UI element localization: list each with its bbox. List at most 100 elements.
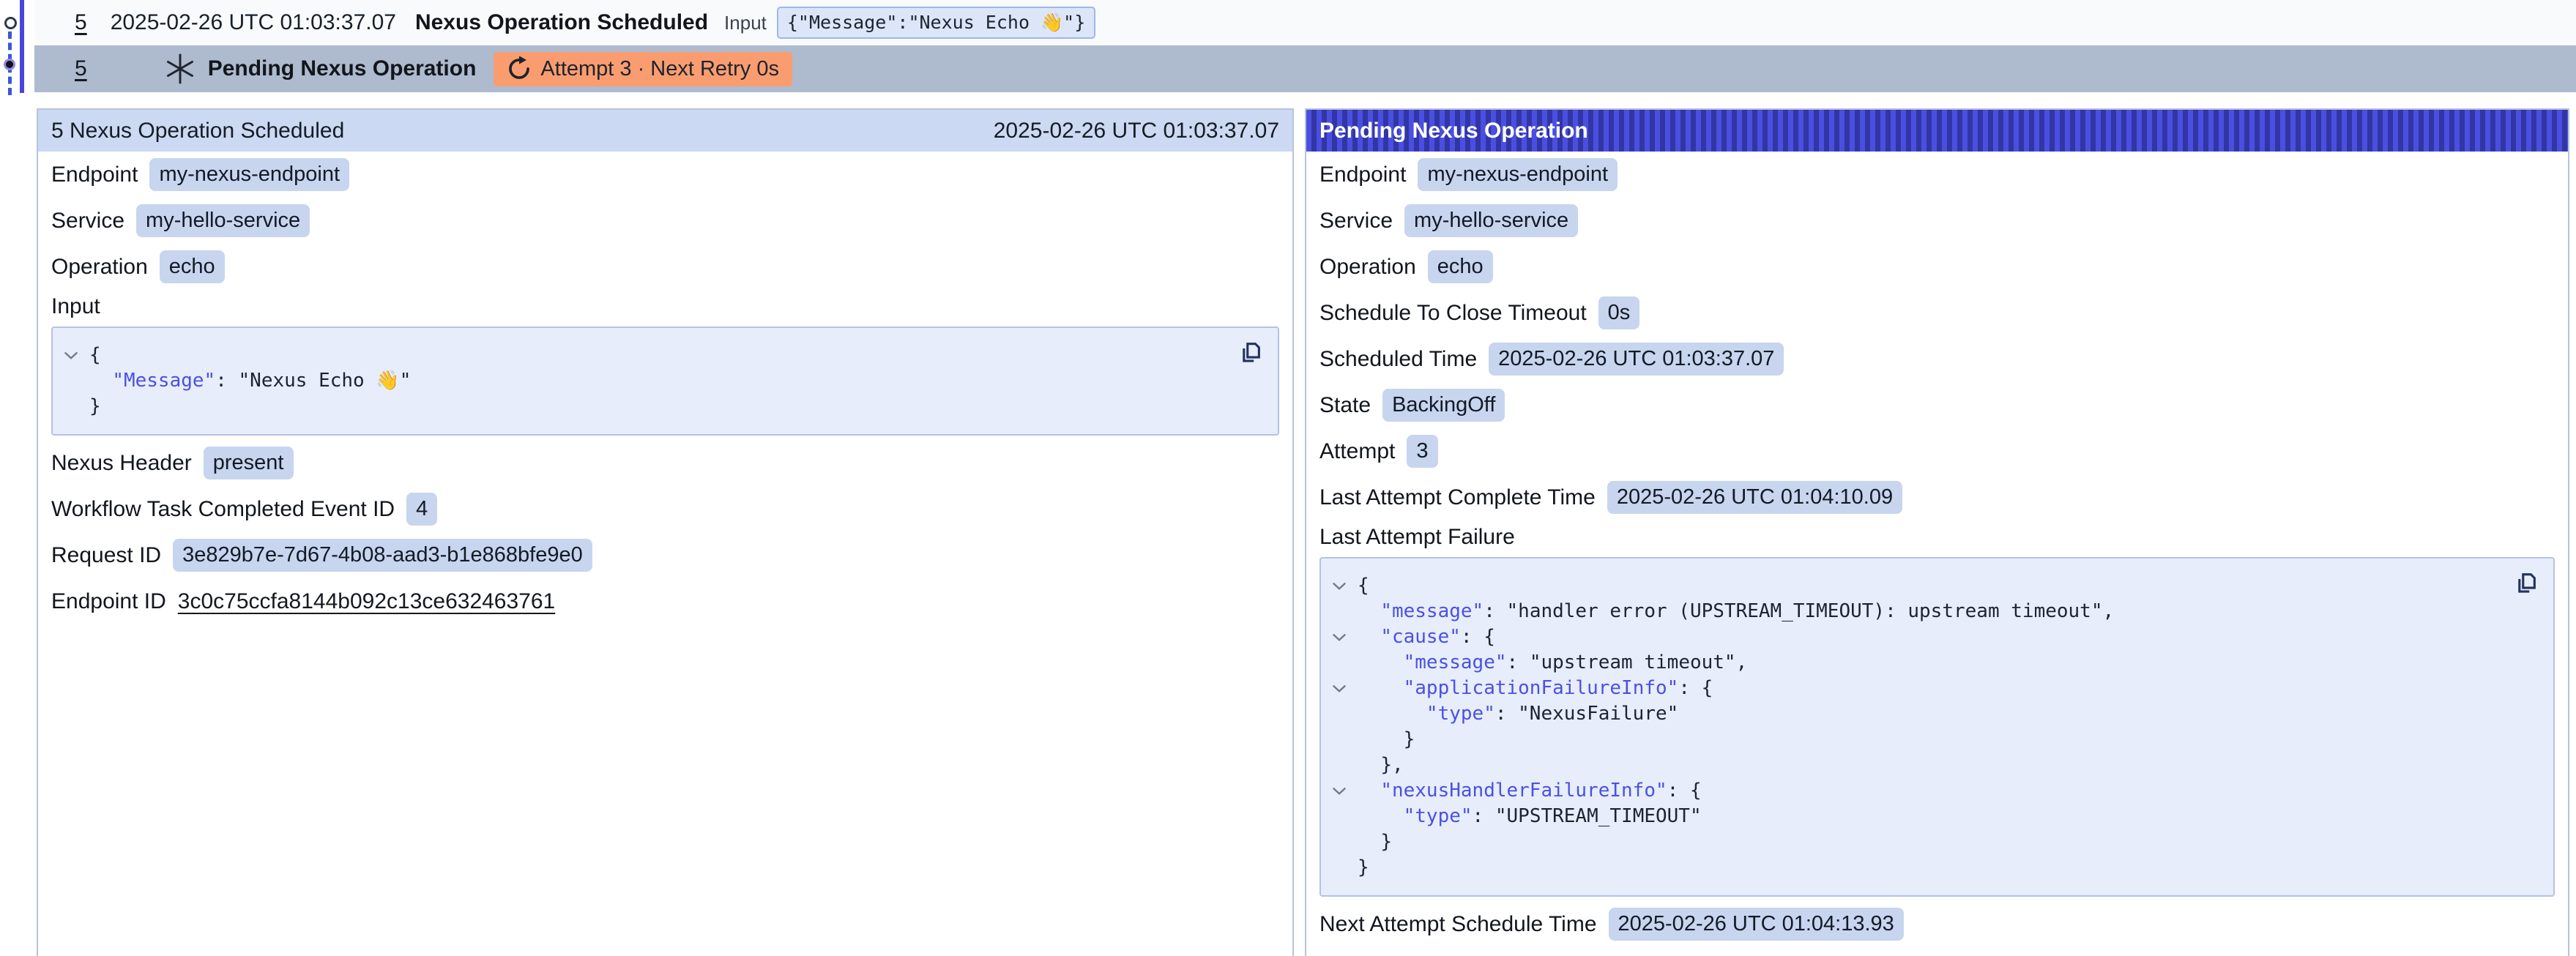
- field-value-badge: 2025-02-26 UTC 01:04:13.93: [1609, 908, 1904, 941]
- detail-field-attempt: Attempt3: [1319, 428, 2555, 474]
- input-code-block: { "Message": "Nexus Echo 👋"}: [51, 326, 1279, 436]
- event-detail-panel-scheduled: 5 Nexus Operation Scheduled 2025-02-26 U…: [37, 108, 1294, 956]
- event-id-link[interactable]: 5: [75, 56, 87, 81]
- detail-field-scheduled-time: Scheduled Time 2025-02-26 UTC 01:03:37.07: [1319, 336, 2555, 382]
- pending-operation-panel: Pending Nexus Operation Endpoint my-nexus…: [1305, 108, 2569, 956]
- field-label: State: [1319, 393, 1371, 418]
- detail-field-endpoint-id: Endpoint ID 3c0c75ccfa8144b092c13ce632463…: [51, 578, 1279, 624]
- code-line: {: [53, 343, 1226, 368]
- field-value-badge: 2025-02-26 UTC 01:04:10.09: [1607, 481, 1902, 514]
- field-label: Operation: [1319, 255, 1416, 280]
- temporal-event-history-view: 5 2025-02-26 UTC 01:03:37.07 Nexus Opera…: [0, 0, 2576, 956]
- field-label: Attempt: [1319, 439, 1395, 464]
- event-id-link[interactable]: 5: [75, 10, 87, 35]
- field-value-badge: 2025-02-26 UTC 01:03:37.07: [1489, 343, 1784, 376]
- code-line: "cause": {: [1321, 624, 2502, 650]
- collapse-chevron-icon[interactable]: [1321, 786, 1358, 796]
- code-line-text: "Message": "Nexus Echo 👋": [89, 368, 411, 394]
- copy-button[interactable]: [1238, 340, 1263, 365]
- endpoint-id-link[interactable]: 3c0c75ccfa8144b092c13ce632463761: [178, 589, 555, 614]
- event-timestamp: 2025-02-26 UTC 01:03:37.07: [111, 10, 396, 35]
- detail-field-state: StateBackingOff: [1319, 382, 2555, 428]
- retry-status-badge: Attempt 3 · Next Retry 0s: [494, 52, 792, 86]
- code-line: "nexusHandlerFailureInfo": {: [1321, 778, 2502, 804]
- field-value-badge: present: [204, 447, 294, 479]
- field-value-badge: my-nexus-endpoint: [149, 158, 349, 191]
- detail-field-schedule-to-close-timeout: Schedule To Close Timeout 0s: [1319, 290, 2555, 336]
- detail-field-endpoint: Endpoint my-nexus-endpoint: [1319, 152, 2555, 198]
- scheduled-panel-header: 5 Nexus Operation Scheduled 2025-02-26 U…: [38, 110, 1292, 152]
- detail-field-service: Servicemy-hello-service: [51, 198, 1279, 244]
- field-label: Last Attempt Complete Time: [1319, 485, 1596, 510]
- code-line: "applicationFailureInfo": {: [1321, 676, 2502, 701]
- field-label: Nexus Header: [51, 451, 192, 476]
- pending-panel-header: Pending Nexus Operation: [1306, 110, 2568, 152]
- detail-field-workflow-task-completed-event-id: Workflow Task Completed Event ID4: [51, 486, 1279, 532]
- collapse-chevron-icon[interactable]: [1321, 581, 1358, 591]
- field-value-badge: 0s: [1598, 296, 1640, 329]
- code-line-text: }: [1358, 829, 1392, 855]
- detail-field-service: Service my-hello-service: [1319, 198, 2555, 244]
- field-label: Endpoint ID: [51, 589, 166, 614]
- code-line: "Message": "Nexus Echo 👋": [53, 368, 1226, 394]
- field-label: Service: [51, 209, 124, 234]
- code-line-text: "type": "UPSTREAM_TIMEOUT": [1358, 804, 1702, 829]
- retry-badge-text: Attempt 3 · Next Retry 0s: [540, 57, 779, 81]
- code-line-text: "nexusHandlerFailureInfo": {: [1358, 778, 1702, 804]
- code-line-text: }: [1358, 855, 1369, 881]
- failure-code-block: { "message": "handler error (UPSTREAM_TI…: [1319, 557, 2555, 897]
- code-line: }: [1321, 829, 2502, 855]
- code-line-text: "type": "NexusFailure": [1358, 701, 1678, 727]
- event-title: Nexus Operation Scheduled: [415, 10, 708, 35]
- field-label: Request ID: [51, 543, 161, 568]
- code-line: }: [1321, 727, 2502, 753]
- code-line: "message": "upstream timeout",: [1321, 650, 2502, 676]
- pending-panel-title: Pending Nexus Operation: [1319, 119, 1588, 143]
- field-label: Endpoint: [51, 163, 138, 187]
- scheduled-panel-timestamp: 2025-02-26 UTC 01:03:37.07: [994, 119, 1279, 143]
- input-label: Input: [724, 12, 767, 34]
- failure-section-label: Last Attempt Failure: [1319, 520, 2555, 554]
- event-row-pending-nexus-operation[interactable]: 5 Pending Nexus Operation Attempt 3 · Ne…: [34, 45, 2576, 92]
- code-line: },: [1321, 753, 2502, 778]
- field-value-badge: echo: [160, 250, 225, 283]
- detail-field-operation: Operation echo: [51, 244, 1279, 290]
- field-label: Service: [1319, 209, 1393, 234]
- detail-field-request-id: Request ID3e829b7e-7d67-4b08-aad3-b1e868…: [51, 532, 1279, 578]
- code-line: }: [53, 394, 1226, 419]
- field-label: Operation: [51, 255, 148, 280]
- timeline-start-circle-icon: [4, 17, 17, 29]
- field-label: Endpoint: [1319, 163, 1406, 187]
- timeline-current-dot-icon: [4, 59, 15, 70]
- code-line-text: }: [89, 394, 101, 419]
- code-line-text: "applicationFailureInfo": {: [1358, 676, 1713, 701]
- collapse-chevron-icon[interactable]: [1321, 632, 1358, 642]
- code-line: "type": "UPSTREAM_TIMEOUT": [1321, 804, 2502, 829]
- field-label: Schedule To Close Timeout: [1319, 301, 1587, 326]
- copy-icon: [1238, 340, 1263, 365]
- detail-field-operation: Operation echo: [1319, 244, 2555, 290]
- collapse-chevron-icon[interactable]: [1321, 684, 1358, 693]
- detail-field-endpoint: Endpoint my-nexus-endpoint: [51, 152, 1279, 198]
- copy-icon: [2514, 570, 2539, 595]
- field-label: Workflow Task Completed Event ID: [51, 497, 395, 522]
- timeline-active-bar: [20, 0, 24, 93]
- detail-field-next-attempt-schedule-time: Next Attempt Schedule Time2025-02-26 UTC…: [1319, 901, 2555, 947]
- code-line-text: "message": "upstream timeout",: [1358, 650, 1747, 676]
- code-line-text: {: [89, 343, 101, 368]
- field-label: Scheduled Time: [1319, 347, 1477, 372]
- field-value-badge: echo: [1428, 250, 1493, 283]
- code-line: {: [1321, 573, 2502, 599]
- code-line: }: [1321, 855, 2502, 881]
- code-line: "type": "NexusFailure": [1321, 701, 2502, 727]
- detail-field-nexus-header: Nexus Header present: [51, 440, 1279, 486]
- field-value-badge: my-hello-service: [1404, 204, 1578, 237]
- detail-field-last-attempt-complete-time: Last Attempt Complete Time 2025-02-26 UTC…: [1319, 474, 2555, 520]
- code-line-text: {: [1358, 573, 1369, 599]
- collapse-chevron-icon[interactable]: [53, 351, 89, 360]
- event-row-nexus-operation-scheduled[interactable]: 5 2025-02-26 UTC 01:03:37.07 Nexus Opera…: [34, 0, 2576, 45]
- retry-icon: [507, 56, 532, 81]
- field-value-badge: my-nexus-endpoint: [1418, 158, 1618, 191]
- code-line-text: "message": "handler error (UPSTREAM_TIME…: [1358, 599, 2114, 624]
- copy-button[interactable]: [2514, 570, 2539, 595]
